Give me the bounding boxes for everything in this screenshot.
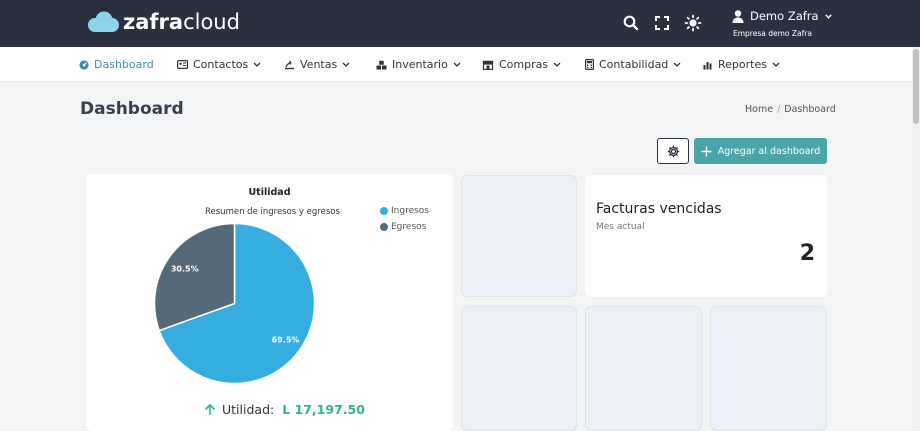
widget-placeholder: [710, 306, 827, 431]
top-bar: zafracloud Demo Zafra Empresa demo Zafra: [0, 0, 920, 47]
chart-legend: Ingresos Egresos: [380, 203, 429, 235]
widget-placeholder: [461, 175, 577, 297]
utilidad-card: Utilidad Resumen de ingresos y egresos I…: [86, 174, 453, 431]
breadcrumb-current: Dashboard: [784, 104, 836, 115]
logo-text-bold: zafra: [123, 10, 184, 34]
facturas-vencidas-card[interactable]: Facturas vencidas Mes actual 2: [585, 175, 827, 297]
nav-contactos[interactable]: Contactos: [177, 47, 261, 82]
legend-item-egresos[interactable]: Egresos: [380, 219, 429, 235]
plus-icon: [701, 146, 712, 156]
gear-icon: [667, 145, 679, 157]
main-nav: Dashboard Contactos Ventas Inventario Co…: [0, 47, 912, 82]
user-name-row: Demo Zafra: [732, 9, 832, 23]
breadcrumb-separator: /: [777, 104, 781, 115]
legend-label-ingresos: Ingresos: [391, 206, 429, 216]
nav-contabilidad-label: Contabilidad: [599, 58, 669, 71]
scrollbar-thumb[interactable]: [913, 49, 919, 124]
utilidad-summary: Utilidad: L 17,197.50: [204, 402, 365, 417]
widget-placeholder: [461, 306, 577, 431]
breadcrumb-home[interactable]: Home: [745, 104, 773, 115]
nav-dashboard-label: Dashboard: [94, 58, 154, 71]
facturas-subtitle: Mes actual: [596, 222, 645, 232]
cloud-logo-icon: [88, 11, 119, 32]
widget-placeholder: [585, 306, 702, 431]
chart-subtitle: Resumen de ingresos y egresos: [205, 207, 340, 217]
nav-contabilidad[interactable]: Contabilidad: [585, 47, 681, 82]
chevron-down-icon: [342, 62, 350, 67]
nav-compras-label: Compras: [499, 58, 549, 71]
app-logo[interactable]: zafracloud: [86, 10, 240, 34]
facturas-title: Facturas vencidas: [596, 201, 722, 217]
chart-title: Utilidad: [248, 187, 291, 198]
nav-reportes-label: Reportes: [718, 58, 767, 71]
fullscreen-icon[interactable]: [653, 14, 671, 32]
logo-text-light: cloud: [183, 10, 240, 34]
facturas-count: 2: [799, 241, 815, 266]
inventory-icon: [376, 60, 387, 69]
nav-ventas-label: Ventas: [300, 58, 338, 71]
chevron-down-icon: [453, 62, 461, 67]
reports-icon: [703, 61, 712, 69]
utilidad-label: Utilidad:: [222, 402, 275, 417]
user-icon: [732, 9, 744, 23]
legend-swatch-ingresos: [380, 207, 388, 215]
user-name: Demo Zafra: [750, 9, 819, 23]
add-to-dashboard-button[interactable]: Agregar al dashboard: [694, 138, 827, 164]
utilidad-value: L 17,197.50: [282, 402, 365, 417]
chevron-down-icon: [673, 62, 681, 67]
contacts-icon: [177, 60, 188, 69]
pie-chart: 69.5% 30.5%: [153, 222, 316, 385]
add-to-dashboard-label: Agregar al dashboard: [717, 145, 821, 157]
user-menu[interactable]: Demo Zafra Empresa demo Zafra: [732, 9, 832, 38]
chevron-down-icon: [772, 62, 780, 67]
nav-dashboard[interactable]: Dashboard: [79, 47, 154, 82]
accounting-icon: [585, 59, 594, 70]
pie-data-label-ingresos: 69.5%: [272, 335, 300, 344]
store-icon: [482, 60, 494, 70]
nav-ventas[interactable]: Ventas: [284, 47, 350, 82]
breadcrumb: Home / Dashboard: [745, 104, 836, 115]
arrow-up-icon: [204, 403, 216, 415]
search-icon[interactable]: [622, 14, 640, 32]
chevron-down-icon: [824, 13, 832, 19]
dashboard-icon: [79, 59, 89, 70]
nav-reportes[interactable]: Reportes: [703, 47, 780, 82]
nav-contactos-label: Contactos: [193, 58, 249, 71]
nav-compras[interactable]: Compras: [482, 47, 561, 82]
chevron-down-icon: [553, 62, 561, 67]
nav-inventario[interactable]: Inventario: [376, 47, 461, 82]
page-title: Dashboard: [80, 99, 184, 119]
chevron-down-icon: [253, 62, 261, 67]
nav-inventario-label: Inventario: [392, 58, 448, 71]
legend-item-ingresos[interactable]: Ingresos: [380, 203, 429, 219]
user-company: Empresa demo Zafra: [733, 29, 812, 38]
logo-text: zafracloud: [123, 10, 240, 34]
sales-icon: [285, 60, 294, 69]
theme-sun-icon[interactable]: [684, 14, 702, 32]
legend-label-egresos: Egresos: [391, 222, 427, 232]
dashboard-settings-button[interactable]: [657, 138, 689, 164]
pie-data-label-egresos: 30.5%: [171, 265, 199, 274]
legend-swatch-egresos: [380, 223, 388, 231]
